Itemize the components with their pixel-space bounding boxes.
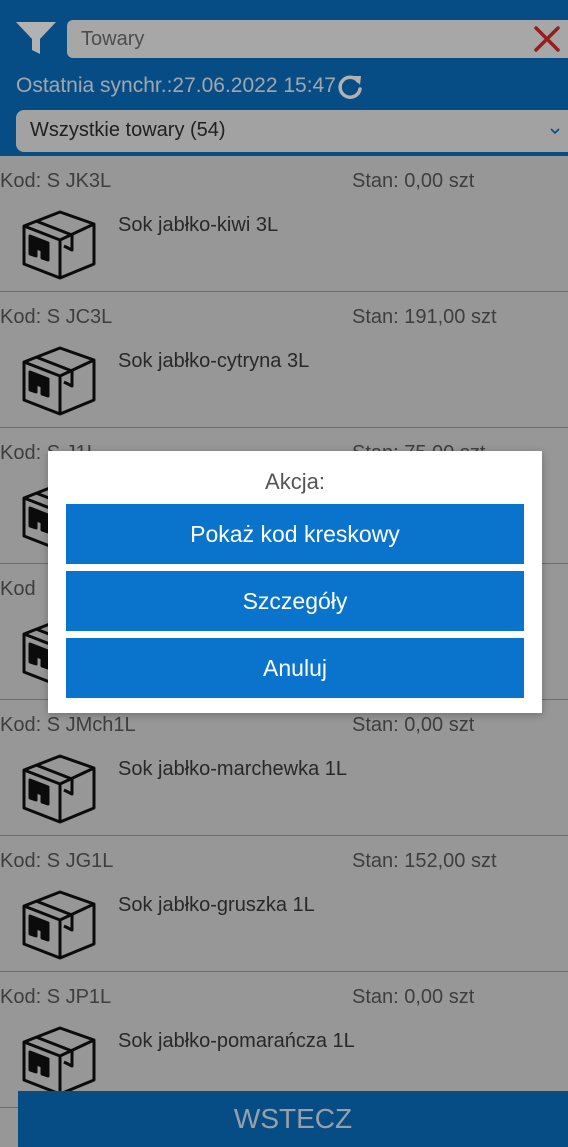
app-screen: Ostatnia synchr.:27.06.2022 15:47 Wszyst… bbox=[0, 0, 568, 1147]
action-dialog: Akcja: Pokaż kod kreskowy Szczegóły Anul… bbox=[48, 451, 542, 713]
dialog-title: Akcja: bbox=[265, 469, 325, 494]
show-barcode-button[interactable]: Pokaż kod kreskowy bbox=[66, 504, 524, 564]
cancel-button[interactable]: Anuluj bbox=[66, 638, 524, 698]
details-button[interactable]: Szczegóły bbox=[66, 571, 524, 631]
